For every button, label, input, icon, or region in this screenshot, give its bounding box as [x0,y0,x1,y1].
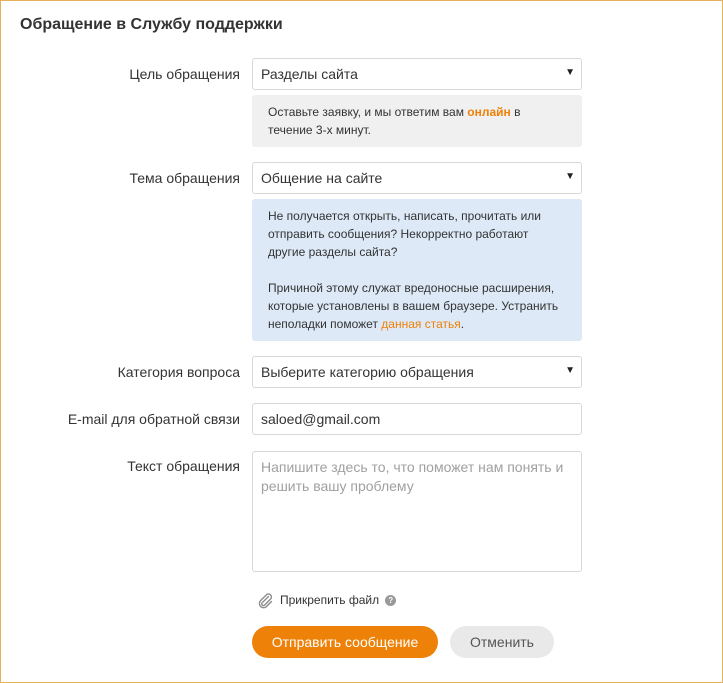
purpose-select-value: Разделы сайта [261,66,358,82]
cancel-button[interactable]: Отменить [450,626,554,658]
paperclip-icon [258,593,273,609]
category-select[interactable]: Выберите категорию обращения ▼ [252,356,582,388]
purpose-info-box: Оставьте заявку, и мы ответим вам онлайн… [252,95,582,147]
online-highlight: онлайн [467,105,511,119]
topic-select-value: Общение на сайте [261,170,383,186]
topic-info-paragraph-2: Причиной этому служат вредоносные расшир… [268,281,559,331]
category-label: Категория вопроса [117,364,240,380]
article-link[interactable]: данная статья [381,317,460,331]
question-circle-icon[interactable]: ? [385,594,397,606]
topic-label: Тема обращения [129,170,240,186]
message-textarea[interactable]: Напишите здесь то, что поможет нам понят… [252,451,582,572]
message-label: Текст обращения [127,458,240,474]
triangle-down-icon: ▼ [565,67,575,78]
email-field[interactable]: saloed@gmail.com [252,403,582,435]
category-select-value: Выберите категорию обращения [261,364,474,380]
purpose-select[interactable]: Разделы сайта ▼ [252,58,582,90]
triangle-down-icon: ▼ [565,365,575,376]
topic-info-box: Не получается открыть, написать, прочита… [252,199,582,341]
email-label: E-mail для обратной связи [67,411,240,427]
purpose-info-text: Оставьте заявку, и мы ответим вам онлайн… [268,105,521,137]
attach-file-link[interactable]: Прикрепить файл ? [256,591,397,609]
topic-select[interactable]: Общение на сайте ▼ [252,162,582,194]
purpose-label: Цель обращения [129,66,240,82]
topic-info-paragraph-1: Не получается открыть, написать, прочита… [268,209,541,259]
submit-button[interactable]: Отправить сообщение [252,626,438,658]
attach-file-label: Прикрепить файл [280,593,380,607]
page-title: Обращение в Службу поддержки [20,16,283,33]
triangle-down-icon: ▼ [565,171,575,182]
